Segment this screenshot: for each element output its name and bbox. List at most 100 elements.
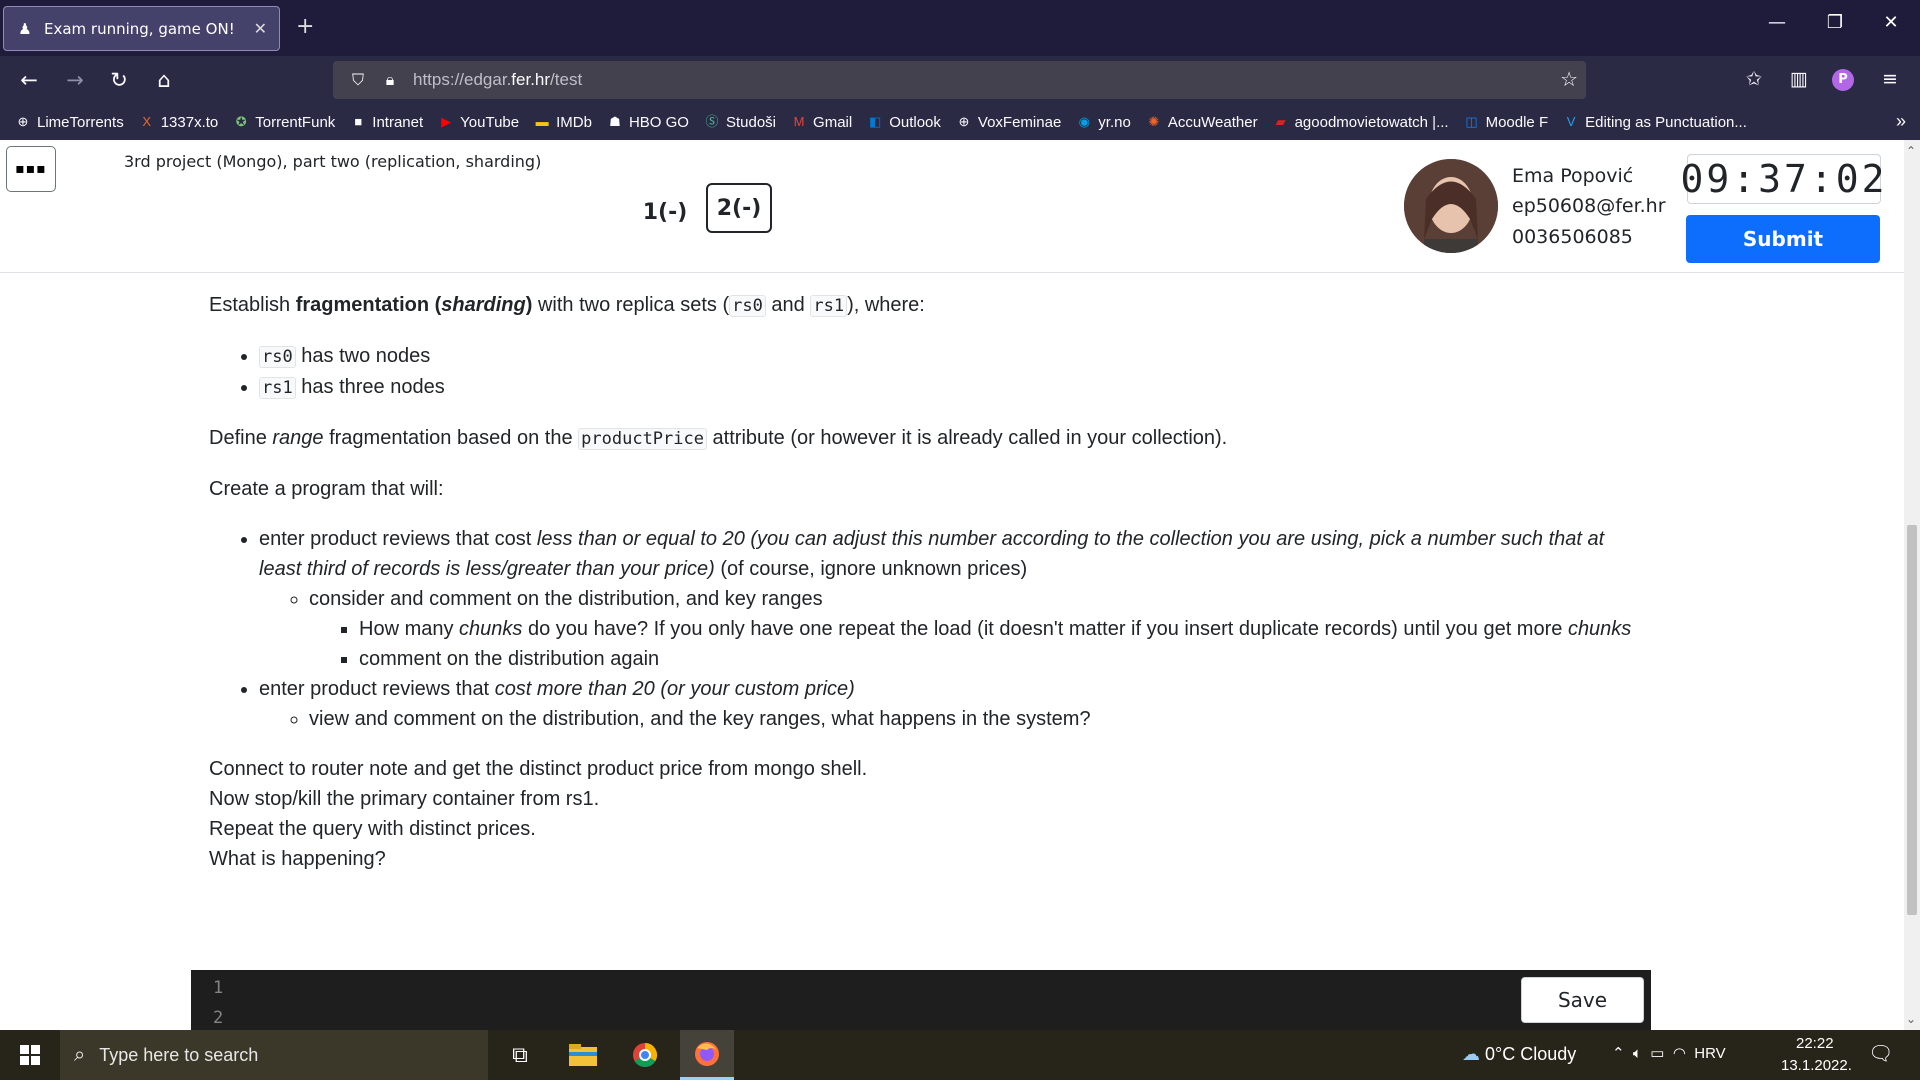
globe-icon: ⊕: [17, 114, 29, 129]
pocket-icon[interactable]: ✩: [1740, 68, 1768, 94]
line-number: 1: [213, 978, 224, 998]
taskbar-search-input[interactable]: ⌕ Type here to search: [60, 1030, 488, 1080]
sidebar-icon[interactable]: ▥: [1785, 68, 1813, 94]
lock-icon[interactable]: 🔒︎: [377, 70, 403, 90]
edgar-favicon-icon: ♟: [18, 19, 32, 38]
new-tab-button[interactable]: +: [296, 14, 314, 39]
file-explorer-icon[interactable]: [556, 1030, 610, 1080]
bookmark-label: Gmail: [813, 113, 853, 131]
page-scrollbar[interactable]: ⌃ ⌄: [1904, 140, 1920, 1030]
browser-nav-bar: ← → ↻ ⌂ ⛉ 🔒︎ https://edgar.fer.hr/test ☆…: [0, 56, 1920, 104]
bookmark-item[interactable]: ▶ YouTube: [437, 114, 519, 131]
battery-icon[interactable]: ▭: [1650, 1045, 1664, 1062]
bookmarks-overflow-icon[interactable]: »: [1896, 111, 1906, 132]
bookmark-item[interactable]: ✺ AccuWeather: [1145, 113, 1258, 131]
bookmark-item[interactable]: ☗ HBO GO: [606, 114, 689, 131]
apps-menu-button[interactable]: ▪▪▪: [6, 146, 56, 192]
submit-button[interactable]: Submit: [1686, 215, 1880, 263]
clock-date[interactable]: 13.1.2022.: [1781, 1057, 1852, 1074]
system-tray[interactable]: ⌃ 🔈︎ ▭ ◠ HRV: [1612, 1044, 1726, 1062]
weather-widget[interactable]: ☁ 0°C Cloudy: [1462, 1044, 1576, 1065]
bookmark-star-icon[interactable]: ☆: [1560, 67, 1578, 91]
bookmark-item[interactable]: V Editing as Punctuation...: [1562, 114, 1747, 131]
tab-exam[interactable]: ♟ Exam running, game ON! ✕: [3, 6, 280, 51]
hamburger-menu-icon[interactable]: ≡: [1876, 68, 1904, 94]
search-icon: ⌕: [74, 1043, 86, 1066]
volume-icon[interactable]: 🔈︎: [1633, 1045, 1642, 1062]
instruction-line: Repeat the query with distinct prices.: [209, 818, 536, 840]
tab-close-icon[interactable]: ✕: [254, 19, 267, 38]
bookmark-item[interactable]: ✪ TorrentFunk: [232, 113, 336, 131]
instruction-line: Now stop/kill the primary container from…: [209, 788, 600, 810]
scroll-thumb[interactable]: [1907, 525, 1917, 915]
bookmark-label: Outlook: [889, 113, 941, 131]
final-instructions: Connect to router note and get the disti…: [209, 754, 1639, 874]
bookmark-item[interactable]: ⊕ LimeTorrents: [14, 114, 124, 131]
moodle-icon: ◫: [1465, 114, 1478, 129]
bookmark-item[interactable]: Ⓢ Studoši: [703, 114, 776, 131]
list-item: rs1 has three nodes: [259, 372, 1639, 403]
windows-logo-icon: [20, 1045, 40, 1065]
language-indicator[interactable]: HRV: [1694, 1045, 1725, 1062]
bookmark-item[interactable]: ■ Intranet: [349, 114, 423, 131]
task-view-icon[interactable]: ⧉: [493, 1030, 547, 1080]
tab-title: Exam running, game ON!: [44, 19, 235, 38]
bookmark-item[interactable]: M Gmail: [790, 113, 853, 131]
hbo-icon: ☗: [609, 114, 621, 129]
bookmark-label: TorrentFunk: [255, 113, 336, 131]
window-close-icon[interactable]: ✕: [1871, 12, 1911, 33]
bookmark-item[interactable]: ◧ Outlook: [866, 114, 941, 131]
list-item: consider and comment on the distribution…: [309, 584, 1639, 674]
reload-icon[interactable]: ↻: [104, 66, 134, 94]
bookmark-label: VoxFeminae: [977, 113, 1062, 131]
question-2-button[interactable]: 2(-): [706, 183, 772, 233]
list-item: enter product reviews that cost less tha…: [259, 524, 1639, 674]
bookmark-item[interactable]: ▰ agoodmovietowatch |...: [1272, 114, 1449, 131]
scroll-down-icon[interactable]: ⌄: [1906, 1012, 1916, 1026]
code-editor[interactable]: 1 2: [191, 970, 1651, 1030]
gmail-icon: M: [793, 114, 805, 129]
exam-title: 3rd project (Mongo), part two (replicati…: [124, 152, 542, 171]
scroll-up-icon[interactable]: ⌃: [1906, 144, 1916, 158]
chevron-up-icon[interactable]: ⌃: [1612, 1045, 1625, 1062]
youtube-icon: ▶: [441, 114, 452, 129]
bookmark-label: AccuWeather: [1167, 113, 1258, 131]
folder-icon: [569, 1044, 597, 1066]
chrome-logo-icon: [633, 1043, 658, 1068]
window-minimize-icon[interactable]: —: [1757, 12, 1797, 33]
home-icon[interactable]: ⌂: [149, 66, 179, 94]
program-intro: Create a program that will:: [209, 478, 444, 500]
program-steps-list: enter product reviews that cost less tha…: [259, 524, 1639, 734]
bookmark-item[interactable]: X 1337x.to: [138, 114, 218, 131]
bookmark-item[interactable]: ⊕ VoxFeminae: [955, 114, 1061, 131]
fer-icon: ■: [354, 114, 363, 129]
exam-header: ▪▪▪ 3rd project (Mongo), part two (repli…: [0, 140, 1904, 273]
bookmark-label: LimeTorrents: [37, 113, 124, 131]
bookmark-item[interactable]: ◉ yr.no: [1075, 114, 1131, 131]
profile-avatar-icon[interactable]: P: [1832, 69, 1854, 91]
forward-arrow-icon[interactable]: →: [60, 66, 90, 94]
shield-icon[interactable]: ⛉: [345, 70, 371, 90]
clock-time[interactable]: 22:22: [1796, 1035, 1834, 1052]
wifi-icon[interactable]: ◠: [1673, 1045, 1686, 1062]
bookmark-item[interactable]: ▬ IMDb: [533, 114, 592, 131]
back-arrow-icon[interactable]: ←: [14, 66, 44, 94]
v-icon: V: [1566, 114, 1576, 129]
firefox-icon[interactable]: [680, 1030, 734, 1080]
bookmark-label: agoodmovietowatch |...: [1294, 113, 1449, 131]
list-item: rs0 has two nodes: [259, 341, 1639, 372]
window-restore-icon[interactable]: ❐: [1815, 12, 1855, 33]
code-rs1: rs1: [810, 295, 848, 317]
chrome-icon[interactable]: [618, 1030, 672, 1080]
url-text[interactable]: https://edgar.fer.hr/test: [413, 70, 582, 90]
windows-start-button[interactable]: [0, 1030, 60, 1080]
list-item: view and comment on the distribution, an…: [309, 704, 1639, 734]
bookmark-item[interactable]: ◫ Moodle F: [1463, 114, 1548, 131]
notification-icon[interactable]: 🗨︎: [1868, 1041, 1893, 1066]
code-rs0: rs0: [729, 295, 766, 317]
question-1-button[interactable]: 1(-): [634, 189, 696, 235]
student-id: 0036506085: [1512, 226, 1633, 248]
sharding-instruction: Establish fragmentation (sharding) with …: [209, 294, 925, 317]
save-button[interactable]: Save: [1521, 977, 1644, 1023]
url-bar[interactable]: ⛉ 🔒︎ https://edgar.fer.hr/test ☆: [333, 61, 1586, 99]
